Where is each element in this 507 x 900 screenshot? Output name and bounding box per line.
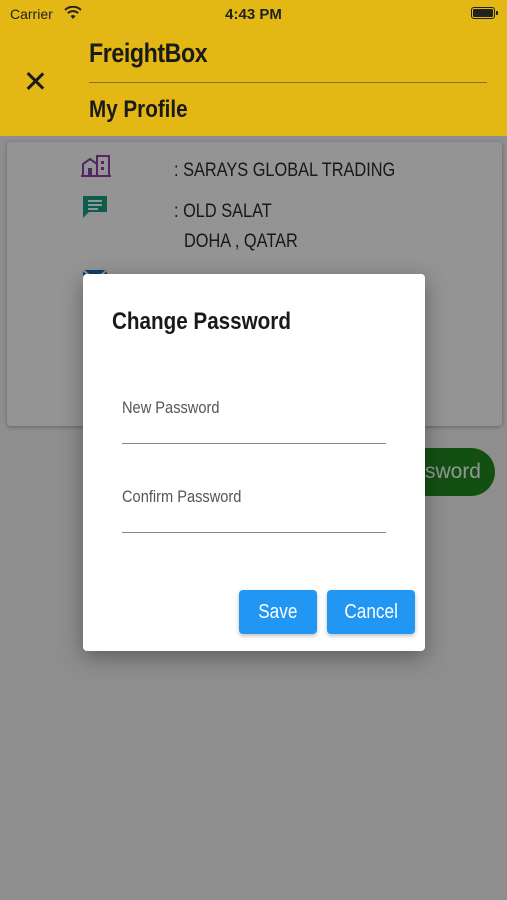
page-title: My Profile bbox=[89, 96, 188, 123]
save-button-label: Save bbox=[258, 601, 298, 623]
new-password-label: New Password bbox=[122, 398, 220, 417]
new-password-input[interactable] bbox=[122, 417, 386, 439]
confirm-password-label: Confirm Password bbox=[122, 487, 242, 506]
app-header: FreightBox My Profile bbox=[0, 28, 507, 136]
confirm-password-field[interactable]: Confirm Password bbox=[122, 485, 386, 533]
cancel-button-label: Cancel bbox=[344, 601, 398, 623]
header-divider bbox=[89, 82, 487, 83]
cancel-button[interactable]: Cancel bbox=[327, 590, 415, 634]
confirm-password-input[interactable] bbox=[122, 506, 386, 528]
app-title: FreightBox bbox=[89, 38, 208, 68]
battery-icon bbox=[471, 7, 498, 19]
status-bar: Carrier 4:43 PM bbox=[0, 0, 507, 28]
change-password-dialog: Change Password New Password Confirm Pas… bbox=[83, 274, 425, 651]
status-time: 4:43 PM bbox=[225, 6, 282, 23]
new-password-field[interactable]: New Password bbox=[122, 396, 386, 444]
dialog-title: Change Password bbox=[112, 308, 291, 335]
close-icon[interactable] bbox=[22, 68, 48, 94]
save-button[interactable]: Save bbox=[239, 590, 317, 634]
